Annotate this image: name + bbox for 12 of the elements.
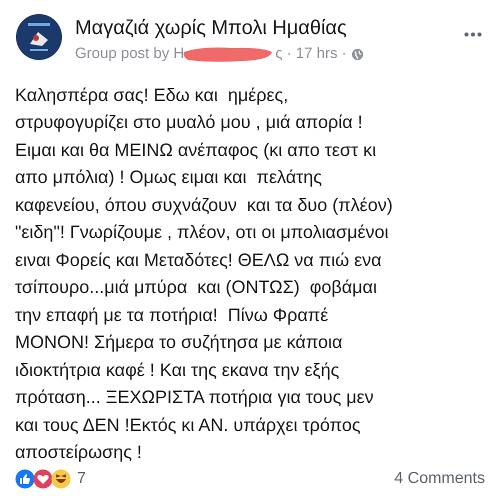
like-reaction-icon[interactable]: [15, 468, 35, 488]
globe-icon: [350, 48, 364, 61]
more-options-icon[interactable]: [464, 32, 482, 37]
reaction-count[interactable]: 7: [77, 466, 86, 490]
post-text: Καλησπέρα σας! Εδω και ημέρες, στρυφογυρίζει στο μυαλό μου , μιά απορία ! Ειμαι και θα ΜΕΙΝΩ ανέπαφος (κι απο τεστ κι απο μπόλια) ! Ομως ειμαι και πελάτης καφενείου, όπου συχνάζουν και τα δυο (πλέον) "ειδη"! Γνωρίζουμε , πλέον, οτι οι μπολιασμένοι ειναι Φορείς και Μεταδότες! ΘΕΛΩ να πιώ ενα τσίπουρο...μιά μπύρα και (ΟΝΤΩΣ) φοβάμαι την επαφή με τα ποτήρια! Πίνω Φραπέ ΜΟΝΟΝ! Σήμερα το συζήτησα με κάποια ιδιοκτήτρια καφέ ! Και της εκανα την εξής πρόταση... ΞΕΧΩΡΙΣΤΑ ποτήρια για τους μεν και τους ΔΕΝ !Εκτός κι ΑΝ. υπάρχει τρόπος αποστείρωσης !: [14, 84, 394, 464]
group-avatar[interactable]: [16, 14, 62, 60]
post-time: ς · 17 hrs ·: [275, 44, 347, 64]
laughing-reaction-icon[interactable]: [51, 468, 71, 488]
comments-link[interactable]: 4 Comments: [394, 466, 485, 490]
byline-text: Group post by Η: [75, 44, 184, 64]
group-name[interactable]: Μαγαζιά χωρίς Μπολι Ημαθίας: [75, 16, 464, 40]
heart-reaction-icon[interactable]: [33, 468, 53, 488]
